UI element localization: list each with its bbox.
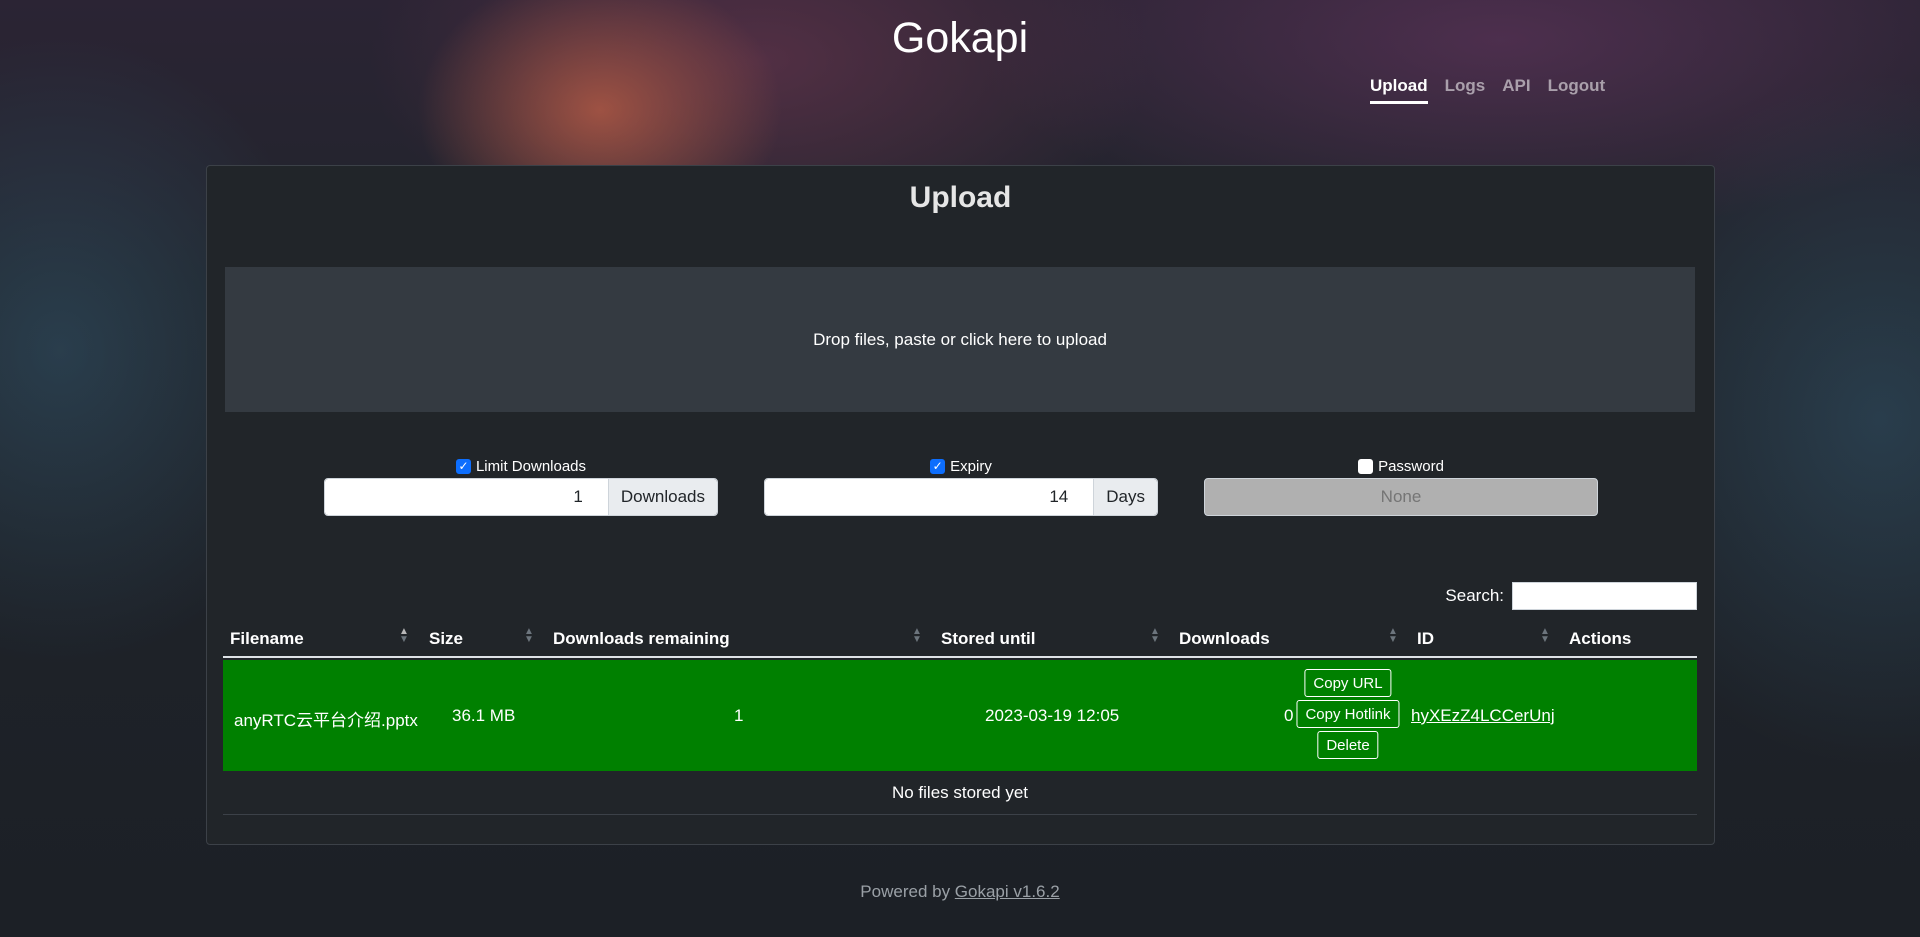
col-downloads-remaining[interactable]: Downloads remaining bbox=[553, 629, 730, 649]
password-text: Password bbox=[1378, 457, 1444, 475]
password-group: Password bbox=[1204, 457, 1598, 516]
expiry-unit: Days bbox=[1093, 479, 1157, 515]
dropzone-text: Drop files, paste or click here to uploa… bbox=[813, 329, 1107, 349]
files-table-header: Filename ▲ ▼ Size ▲ ▼ Downloads remaining … bbox=[223, 623, 1697, 658]
sort-id-icon[interactable]: ▲ ▼ bbox=[1540, 627, 1550, 645]
expiry-input-group: Days bbox=[764, 478, 1158, 516]
sort-downloads-remaining-icon[interactable]: ▲ ▼ bbox=[912, 627, 922, 645]
password-label[interactable]: Password bbox=[1204, 457, 1598, 475]
expiry-label[interactable]: ✓ Expiry bbox=[764, 457, 1158, 475]
expiry-group: ✓ Expiry Days bbox=[764, 457, 1158, 516]
site-title: Gokapi bbox=[891, 14, 1029, 62]
nav-logs[interactable]: Logs bbox=[1445, 76, 1486, 104]
cell-downloads-remaining: 1 bbox=[734, 706, 744, 725]
cell-downloads: 0 bbox=[1284, 706, 1294, 725]
nav-upload[interactable]: Upload bbox=[1370, 76, 1428, 104]
table-search: Search: bbox=[1445, 582, 1697, 610]
cell-stored-until: 2023-03-19 12:05 bbox=[985, 706, 1120, 725]
sort-size-icon[interactable]: ▲ ▼ bbox=[524, 627, 534, 645]
password-input[interactable] bbox=[1204, 478, 1598, 516]
table-row: anyRTC云平台介绍.pptx 36.1 MB 1 2023-03-19 12… bbox=[223, 660, 1697, 771]
cell-filename: anyRTC云平台介绍.pptx bbox=[234, 711, 418, 730]
downloads-unit: Downloads bbox=[607, 479, 717, 515]
delete-button[interactable]: Delete bbox=[1317, 731, 1379, 759]
sort-filename-icon[interactable]: ▲ ▼ bbox=[399, 627, 409, 645]
nav-logout[interactable]: Logout bbox=[1548, 76, 1606, 104]
expiry-text: Expiry bbox=[950, 457, 992, 475]
downloads-count-input[interactable] bbox=[325, 479, 608, 515]
search-label: Search: bbox=[1445, 586, 1504, 605]
empty-text: No files stored yet bbox=[891, 783, 1029, 802]
password-checkbox[interactable] bbox=[1358, 458, 1374, 474]
expiry-checkbox[interactable]: ✓ bbox=[930, 458, 946, 474]
sort-downloads-icon[interactable]: ▲ ▼ bbox=[1388, 627, 1398, 645]
upload-title: Upload bbox=[909, 181, 1012, 214]
limit-downloads-text: Limit Downloads bbox=[475, 457, 587, 475]
col-actions: Actions bbox=[1569, 629, 1632, 648]
limit-downloads-group: ✓ Limit Downloads Downloads bbox=[324, 457, 718, 516]
page: Gokapi Upload Logs API Logout Upload Dro… bbox=[0, 0, 1920, 937]
main-nav: Upload Logs API Logout bbox=[1370, 76, 1605, 104]
col-stored-until[interactable]: Stored until bbox=[941, 629, 1035, 649]
col-id[interactable]: ID bbox=[1417, 629, 1434, 649]
footer-prefix: Powered by bbox=[860, 882, 955, 901]
cell-id-link[interactable]: hyXEzZ4LCCerUnj bbox=[1411, 706, 1555, 726]
footer: Powered by Gokapi v1.6.2 bbox=[0, 882, 1920, 902]
col-filename[interactable]: Filename bbox=[230, 629, 304, 649]
search-input[interactable] bbox=[1512, 582, 1697, 610]
col-downloads[interactable]: Downloads bbox=[1179, 629, 1270, 649]
cell-size: 36.1 MB bbox=[452, 706, 516, 725]
sort-stored-until-icon[interactable]: ▲ ▼ bbox=[1150, 627, 1160, 645]
copy-hotlink-button[interactable]: Copy Hotlink bbox=[1296, 700, 1400, 728]
limit-downloads-input-group: Downloads bbox=[324, 478, 718, 516]
col-size[interactable]: Size bbox=[429, 629, 463, 649]
upload-dropzone[interactable]: Drop files, paste or click here to uploa… bbox=[225, 267, 1695, 412]
limit-downloads-label[interactable]: ✓ Limit Downloads bbox=[324, 457, 718, 475]
footer-version-link[interactable]: Gokapi v1.6.2 bbox=[955, 882, 1060, 901]
nav-api[interactable]: API bbox=[1502, 76, 1530, 104]
upload-card: Upload Drop files, paste or click here t… bbox=[206, 165, 1715, 845]
expiry-days-input[interactable] bbox=[765, 479, 1094, 515]
copy-url-button[interactable]: Copy URL bbox=[1304, 669, 1392, 697]
limit-downloads-checkbox[interactable]: ✓ bbox=[455, 458, 471, 474]
empty-table-message: No files stored yet bbox=[223, 772, 1697, 815]
